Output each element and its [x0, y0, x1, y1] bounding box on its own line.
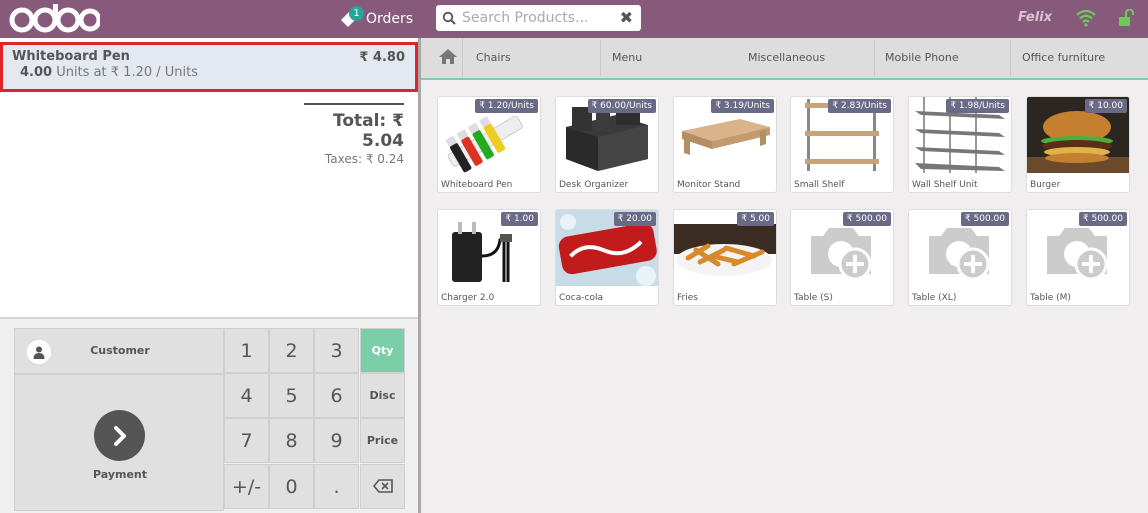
product-pane: Chairs Menu Miscellaneous Mobile Phone O… [421, 38, 1148, 513]
order-line[interactable]: Whiteboard Pen ₹ 4.80 4.00 Units at ₹ 1.… [0, 42, 418, 92]
orders-label: Orders [366, 11, 414, 27]
product-price-tag: ₹ 500.00 [842, 212, 891, 226]
orders-count-badge: 1 [349, 6, 364, 21]
product-price-tag: ₹ 500.00 [1078, 212, 1127, 226]
product-card[interactable]: ₹ 500.00 Table (M) [1026, 209, 1130, 306]
chevron-right-icon [94, 410, 145, 461]
product-card[interactable]: ₹ 2.83/Units Small Shelf [790, 96, 894, 193]
product-name: Wall Shelf Unit [912, 180, 978, 190]
numpad-key-6[interactable]: 6 [314, 373, 359, 418]
order-line-info: 4.00 Units at ₹ 1.20 / Units [12, 65, 406, 80]
category-divider [874, 40, 875, 76]
numpad-key-9[interactable]: 9 [314, 418, 359, 463]
numpad: 1 2 3 Qty 4 5 6 Disc 7 8 9 Price +/- 0 . [224, 328, 406, 511]
order-pane: Whiteboard Pen ₹ 4.80 4.00 Units at ₹ 1.… [0, 38, 421, 513]
product-price-tag: ₹ 500.00 [960, 212, 1009, 226]
order-taxes-value: ₹ 0.24 [365, 152, 404, 166]
product-price-tag: ₹ 5.00 [737, 212, 774, 226]
category-office-furniture[interactable]: Office furniture [1022, 38, 1105, 78]
cashier-name[interactable]: Felix [1018, 10, 1052, 25]
orders-button[interactable]: 1 Orders [338, 6, 413, 32]
top-bar: 1 Orders ✖ Felix [0, 0, 1148, 38]
control-pads: Customer Payment 1 2 3 Qty 4 5 6 Disc 7 … [0, 317, 418, 513]
category-divider [1010, 40, 1011, 76]
search-icon [436, 11, 462, 25]
category-divider [600, 40, 601, 76]
order-line-quantity: 4.00 [20, 65, 53, 80]
product-name: Monitor Stand [677, 180, 741, 190]
numpad-key-1[interactable]: 1 [224, 328, 269, 373]
product-name: Desk Organizer [559, 180, 629, 190]
backspace-icon [372, 476, 393, 498]
order-line-unit-info: Units at ₹ 1.20 / Units [56, 65, 199, 80]
mode-disc-button[interactable]: Disc [360, 373, 405, 418]
product-price-tag: ₹ 1.98/Units [946, 99, 1009, 113]
product-price-tag: ₹ 2.83/Units [828, 99, 891, 113]
tag-icon: 1 [338, 6, 364, 30]
product-name: Whiteboard Pen [441, 180, 513, 190]
product-name: Table (M) [1030, 293, 1071, 303]
customer-button[interactable]: Customer [14, 328, 224, 374]
product-name: Small Shelf [794, 180, 845, 190]
lock-icon[interactable] [1118, 8, 1134, 27]
product-name: Fries [677, 293, 698, 303]
product-card[interactable]: ₹ 1.00 Charger 2.0 [437, 209, 541, 306]
payment-button[interactable]: Payment [14, 374, 224, 511]
order-line-price: ₹ 4.80 [359, 50, 405, 65]
category-miscellaneous[interactable]: Miscellaneous [748, 38, 825, 78]
product-card[interactable]: ₹ 5.00 Fries [673, 209, 777, 306]
order-line-product: Whiteboard Pen [12, 49, 130, 64]
category-mobile-phone[interactable]: Mobile Phone [885, 38, 959, 78]
mode-qty-button[interactable]: Qty [360, 328, 405, 373]
product-name: Charger 2.0 [441, 293, 495, 303]
odoo-logo [8, 3, 100, 35]
product-card[interactable]: ₹ 1.20/Units Whiteboard Pen [437, 96, 541, 193]
search-input[interactable] [462, 10, 612, 26]
product-card[interactable]: ₹ 60.00/Units Desk Organizer [555, 96, 659, 193]
numpad-key-plus-minus[interactable]: +/- [224, 464, 269, 509]
close-icon[interactable]: ✖ [620, 8, 633, 27]
product-name: Burger [1030, 180, 1061, 190]
product-price-tag: ₹ 20.00 [613, 212, 656, 226]
product-card[interactable]: ₹ 10.00 Burger [1026, 96, 1130, 193]
product-price-tag: ₹ 60.00/Units [587, 99, 656, 113]
numpad-key-8[interactable]: 8 [269, 418, 314, 463]
product-card[interactable]: ₹ 3.19/Units Monitor Stand [673, 96, 777, 193]
product-price-tag: ₹ 10.00 [1084, 99, 1127, 113]
backspace-button[interactable] [360, 464, 405, 509]
numpad-key-0[interactable]: 0 [269, 464, 314, 509]
numpad-key-5[interactable]: 5 [269, 373, 314, 418]
home-category-button[interactable] [433, 38, 463, 78]
home-icon [438, 48, 458, 69]
product-card[interactable]: ₹ 500.00 Table (XL) [908, 209, 1012, 306]
numpad-key-2[interactable]: 2 [269, 328, 314, 373]
product-price-tag: ₹ 1.00 [501, 212, 538, 226]
order-taxes: Taxes: ₹ 0.24 [324, 152, 404, 166]
category-menu[interactable]: Menu [612, 38, 642, 78]
product-name: Coca-cola [559, 293, 603, 303]
wifi-icon [1076, 9, 1096, 27]
numpad-key-7[interactable]: 7 [224, 418, 269, 463]
numpad-key-4[interactable]: 4 [224, 373, 269, 418]
category-bar: Chairs Menu Miscellaneous Mobile Phone O… [421, 38, 1148, 80]
search-box: ✖ [436, 5, 641, 31]
product-name: Table (XL) [912, 293, 957, 303]
product-price-tag: ₹ 3.19/Units [711, 99, 774, 113]
product-name: Table (S) [794, 293, 833, 303]
product-card[interactable]: ₹ 20.00 Coca-cola [555, 209, 659, 306]
payment-label: Payment [92, 468, 148, 481]
order-total: Total: ₹ 5.04 [332, 111, 404, 151]
product-card[interactable]: ₹ 500.00 Table (S) [790, 209, 894, 306]
numpad-key-dot[interactable]: . [314, 464, 359, 509]
order-summary: Total: ₹ 5.04 Taxes: ₹ 0.24 [304, 103, 404, 166]
numpad-key-3[interactable]: 3 [314, 328, 359, 373]
category-chairs[interactable]: Chairs [476, 38, 511, 78]
product-card[interactable]: ₹ 1.98/Units Wall Shelf Unit [908, 96, 1012, 193]
customer-label: Customer [90, 344, 150, 357]
product-price-tag: ₹ 1.20/Units [475, 99, 538, 113]
mode-price-button[interactable]: Price [360, 418, 405, 463]
